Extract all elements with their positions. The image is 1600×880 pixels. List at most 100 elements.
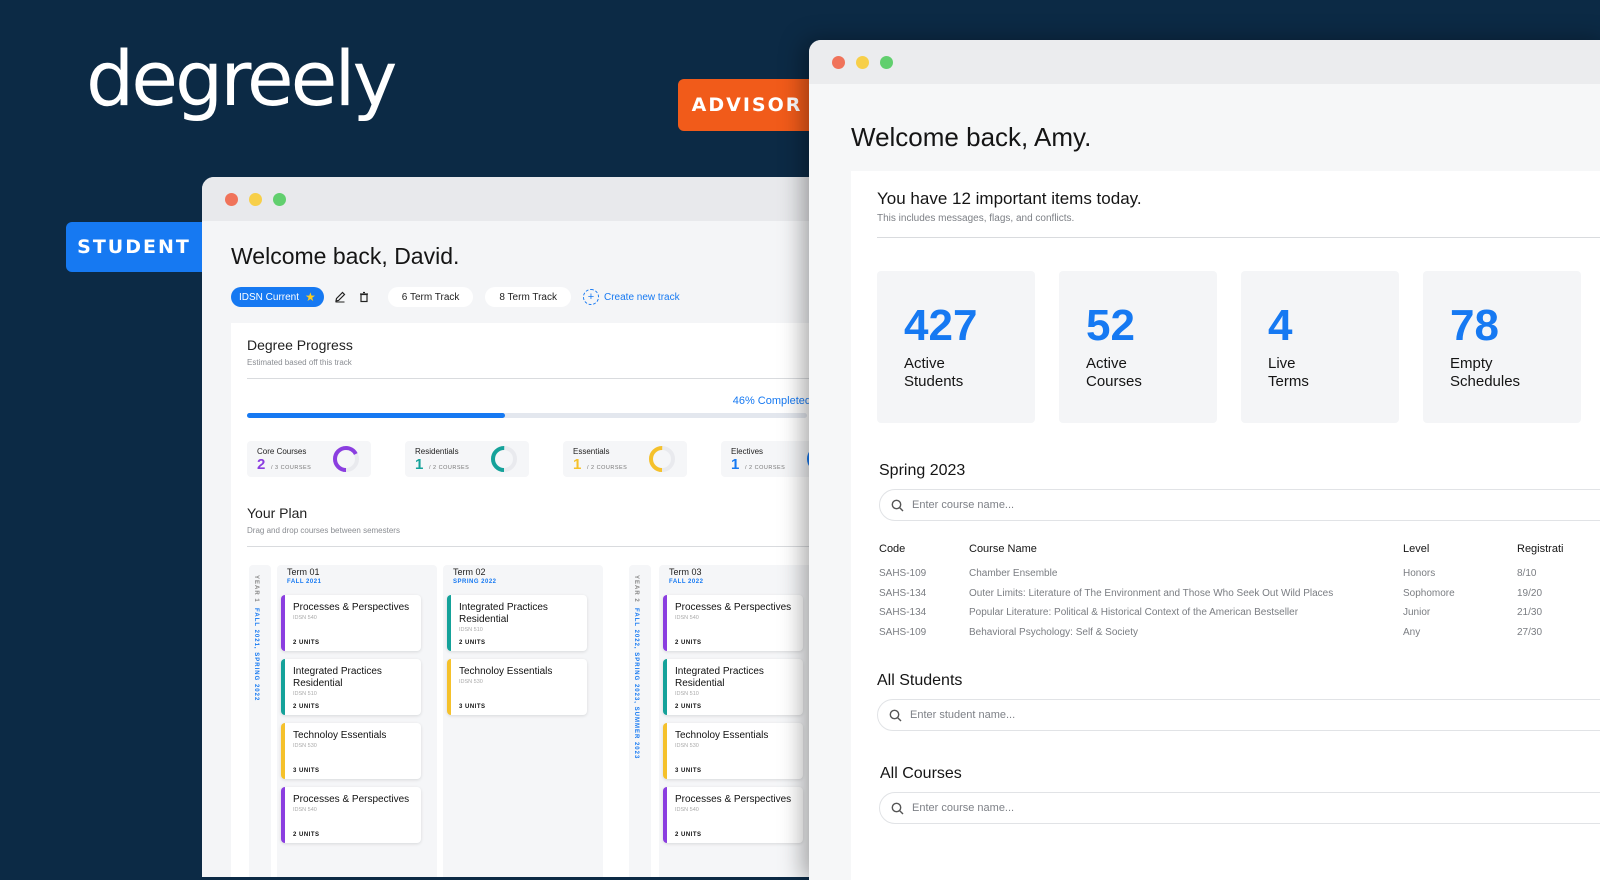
course-units: 2 UNITS <box>293 640 320 646</box>
progress-percent-label: 46% Completed <box>732 395 811 407</box>
stat-value: 78 <box>1450 301 1499 350</box>
year-1-rail: YEAR 1 FALL 2021, SPRING 2022 <box>249 565 271 877</box>
term-semester: FALL 2022 <box>669 579 704 585</box>
track-tab-label: IDSN Current <box>239 291 300 303</box>
all-course-search[interactable] <box>879 792 1600 824</box>
stat-value: 427 <box>904 301 978 350</box>
course-card[interactable]: Processes & Perspectives IDSN 540 2 UNIT… <box>663 595 803 651</box>
stat-card-students[interactable]: 427 Active Students <box>877 271 1035 423</box>
term-header: Term 02 SPRING 2022 <box>453 567 497 585</box>
course-card[interactable]: Technoloy Essentials IDSN 530 3 UNITS <box>447 659 587 715</box>
table-cell: SAHS-134 <box>879 607 927 618</box>
all-students-title: All Students <box>877 672 963 689</box>
course-code: IDSN 540 <box>675 615 699 621</box>
edit-icon[interactable] <box>332 289 348 305</box>
stat-card-courses[interactable]: 52 Active Courses <box>1059 271 1217 423</box>
degree-progress-fill <box>247 413 505 418</box>
spring-course-search[interactable] <box>879 489 1600 521</box>
category-count: 1 <box>573 456 582 473</box>
table-cell: 27/30 <box>1517 626 1543 638</box>
course-name: Integrated Practices Residential <box>675 666 764 689</box>
advisor-window: Welcome back, Amy. You have 12 important… <box>809 40 1600 880</box>
stat-card-schedules[interactable]: 78 Empty Schedules <box>1423 271 1581 423</box>
table-cell: Chamber Ensemble <box>969 568 1058 579</box>
table-cell: Any <box>1403 626 1421 638</box>
close-window-button[interactable] <box>225 193 238 206</box>
table-cell: SAHS-134 <box>879 587 927 599</box>
course-card[interactable]: Technoloy Essentials IDSN 530 3 UNITS <box>663 723 803 779</box>
all-course-search-input[interactable] <box>910 801 1414 815</box>
student-titlebar <box>202 177 842 221</box>
track-tab-8-term[interactable]: 8 Term Track <box>485 287 571 307</box>
close-window-button[interactable] <box>832 56 845 69</box>
term-name: Term 02 <box>453 567 486 577</box>
course-name: Processes & Perspectives <box>675 794 792 805</box>
stat-label: Active Courses <box>1086 355 1142 390</box>
student-search-input[interactable] <box>908 708 1412 722</box>
track-tab-6-term[interactable]: 6 Term Track <box>387 287 474 307</box>
course-card[interactable]: Processes & Perspectives IDSN 540 2 UNIT… <box>663 787 803 843</box>
minimize-window-button[interactable] <box>249 193 262 206</box>
category-total: / 3 COURSES <box>271 465 312 471</box>
table-cell: SAHS-109 <box>879 626 927 638</box>
category-residentials: Residentials 1 / 2 COURSES <box>405 441 529 477</box>
course-card[interactable]: Processes & Perspectives IDSN 540 2 UNIT… <box>281 787 421 843</box>
course-name: Processes & Perspectives <box>293 602 410 613</box>
trash-icon[interactable] <box>356 289 372 305</box>
term-name: Term 03 <box>669 567 702 577</box>
category-progress-ring <box>333 446 359 472</box>
course-code: IDSN 530 <box>459 679 483 685</box>
course-name: Processes & Perspectives <box>293 794 410 805</box>
column-header: Level <box>1403 543 1430 555</box>
course-code: IDSN 530 <box>293 743 317 749</box>
student-welcome: Welcome back, David. <box>231 243 460 269</box>
plus-icon: + <box>583 289 599 305</box>
course-card[interactable]: Processes & Perspectives IDSN 540 2 UNIT… <box>281 595 421 651</box>
course-card[interactable]: Integrated Practices Residential IDSN 51… <box>447 595 587 651</box>
maximize-window-button[interactable] <box>273 193 286 206</box>
track-tab-idsn-current[interactable]: IDSN Current ★ <box>231 287 324 307</box>
search-icon <box>888 708 902 722</box>
table-cell: Popular Literature: Political & Historic… <box>969 607 1299 618</box>
category-progress-ring <box>649 446 675 472</box>
course-name: Integrated Practices Residential <box>293 666 382 689</box>
maximize-window-button[interactable] <box>880 56 893 69</box>
stat-card-terms[interactable]: 4 Live Terms <box>1241 271 1399 423</box>
table-cell: 19/20 <box>1517 587 1543 599</box>
category-total: / 2 COURSES <box>429 465 470 471</box>
term-semester: FALL 2021 <box>287 579 322 585</box>
create-track-button[interactable]: + Create new track <box>583 289 680 305</box>
course-units: 3 UNITS <box>459 704 486 710</box>
course-card[interactable]: Technoloy Essentials IDSN 530 3 UNITS <box>281 723 421 779</box>
all-courses-title: All Courses <box>880 765 962 782</box>
your-plan-title: Your Plan <box>247 505 308 521</box>
course-card[interactable]: Integrated Practices Residential IDSN 51… <box>281 659 421 715</box>
course-card[interactable]: Integrated Practices Residential IDSN 51… <box>663 659 803 715</box>
course-name: Processes & Perspectives <box>675 602 792 613</box>
advisor-titlebar <box>809 40 1600 84</box>
category-name: Electives <box>731 447 764 456</box>
student-search[interactable] <box>877 699 1600 731</box>
year-2-label: YEAR 2 FALL 2022, SPRING 2023, SUMMER 20… <box>633 575 639 760</box>
course-code: IDSN 510 <box>459 627 483 633</box>
course-name: Technoloy Essentials <box>675 730 769 741</box>
spring-course-search-input[interactable] <box>910 498 1414 512</box>
table-cell: Behavioral Psychology: Self & Society <box>969 626 1138 638</box>
create-track-label: Create new track <box>604 291 680 303</box>
degree-progress-bar <box>247 413 807 418</box>
stat-label: Live Terms <box>1268 355 1309 390</box>
student-main-card: Degree Progress Estimated based off this… <box>231 323 842 877</box>
spring-2023-title: Spring 2023 <box>879 462 966 479</box>
category-progress-ring <box>491 446 517 472</box>
stat-label: Active Students <box>904 355 964 390</box>
course-units: 2 UNITS <box>675 704 702 710</box>
table-cell: Outer Limits: Literature of The Environm… <box>969 587 1334 599</box>
category-core-courses: Core Courses 2 / 3 COURSES <box>247 441 371 477</box>
degree-progress-title: Degree Progress <box>247 337 353 353</box>
course-code: IDSN 540 <box>675 807 699 813</box>
course-units: 2 UNITS <box>675 640 702 646</box>
minimize-window-button[interactable] <box>856 56 869 69</box>
advisor-welcome: Welcome back, Amy. <box>851 122 1092 152</box>
category-total: / 2 COURSES <box>587 465 628 471</box>
course-code: IDSN 540 <box>293 807 317 813</box>
